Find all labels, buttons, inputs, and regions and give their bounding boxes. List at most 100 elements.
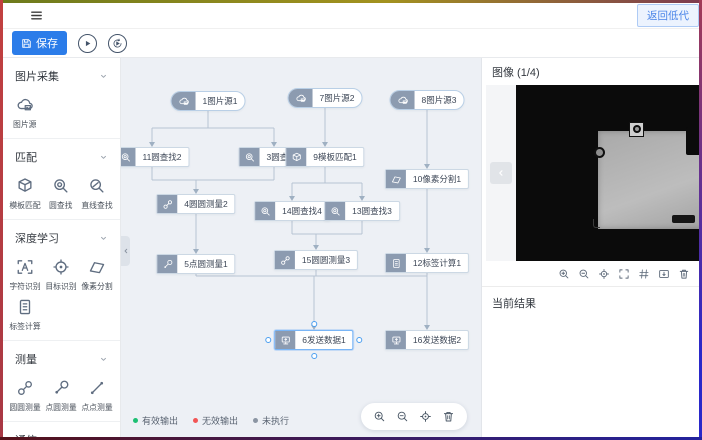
sidebar-item-char-recognition[interactable]: 字符识别 bbox=[7, 258, 43, 292]
save-button[interactable]: 保存 bbox=[12, 31, 67, 55]
section-title: 图片采集 bbox=[15, 68, 59, 84]
toolbar: 保存 bbox=[3, 29, 699, 58]
chevron-down-icon bbox=[99, 355, 108, 364]
flow-node-pixel-segmentation-1[interactable]: 10像素分割1 bbox=[385, 169, 469, 189]
circle-find-icon bbox=[121, 148, 135, 166]
section-header-image-capture[interactable]: 图片采集 bbox=[3, 62, 120, 88]
prev-image-button[interactable] bbox=[490, 162, 512, 184]
sidebar-item-circle-circle-measure[interactable]: 圆圆测量 bbox=[7, 379, 43, 413]
zoom-out-icon[interactable] bbox=[396, 410, 409, 423]
node-label: 4圆圆测量2 bbox=[177, 195, 234, 213]
legend-label: 无效输出 bbox=[202, 414, 238, 427]
flow-node-label-calc-1[interactable]: 12标签计算1 bbox=[385, 253, 469, 273]
cube-icon bbox=[16, 177, 34, 195]
node-label: 10像素分割1 bbox=[406, 170, 468, 188]
flow-node-circle-find-3[interactable]: 13圆查找3 bbox=[324, 201, 400, 221]
section-measure: 测量 圆圆测量 点圆测量 点点测量 bbox=[3, 341, 120, 422]
plate-hook-feature bbox=[593, 219, 600, 228]
zoom-in-icon[interactable] bbox=[558, 268, 570, 280]
sidebar-item-circle-find[interactable]: 圆查找 bbox=[43, 177, 79, 211]
node-handle-bottom[interactable] bbox=[311, 353, 317, 359]
node-label: 5点圆测量1 bbox=[177, 255, 234, 273]
node-handle-right[interactable] bbox=[357, 337, 363, 343]
segment-icon bbox=[386, 170, 406, 188]
node-label: 1图片源1 bbox=[196, 92, 245, 110]
flow-node-send-data-1-selected[interactable]: 6发送数据1 bbox=[274, 330, 353, 350]
run-button[interactable] bbox=[78, 34, 97, 53]
zoom-in-icon[interactable] bbox=[373, 410, 386, 423]
sidebar-item-pixel-segmentation[interactable]: 像素分割 bbox=[79, 258, 115, 292]
doc-icon bbox=[16, 298, 34, 316]
legend-valid-output: 有效输出 bbox=[133, 414, 178, 427]
app-window: 返回低代 保存 图片采集 图片源 bbox=[3, 3, 699, 437]
flow-node-circle-find-2[interactable]: 11圆查找2 bbox=[121, 147, 190, 167]
chevron-down-icon bbox=[99, 72, 108, 81]
trash-icon[interactable] bbox=[442, 410, 455, 423]
inspection-photo[interactable] bbox=[516, 85, 699, 261]
flow-canvas[interactable]: 1图片源1 7图片源2 8图片源3 11圆查找2 3圆查找1 9模板匹配1 bbox=[121, 58, 481, 437]
item-label: 圆圆测量 bbox=[9, 401, 40, 412]
item-label: 目标识别 bbox=[45, 280, 76, 291]
fit-image-icon[interactable] bbox=[658, 268, 670, 280]
circle-find-icon bbox=[255, 202, 275, 220]
gray-dot-icon bbox=[253, 418, 258, 423]
line-find-icon bbox=[88, 177, 106, 195]
cloud-image-icon bbox=[16, 96, 34, 114]
section-header-measure[interactable]: 测量 bbox=[3, 345, 120, 371]
node-label: 14圆查找4 bbox=[275, 202, 329, 220]
flow-node-circle-circle-measure-2[interactable]: 4圆圆测量2 bbox=[156, 194, 235, 214]
circle-find-icon bbox=[325, 202, 345, 220]
green-dot-icon bbox=[133, 418, 138, 423]
menu-icon[interactable] bbox=[29, 8, 44, 23]
flow-node-circle-find-4[interactable]: 14圆查找4 bbox=[254, 201, 330, 221]
plate-notch bbox=[686, 127, 699, 155]
sidebar-item-template-match[interactable]: 模板匹配 bbox=[7, 177, 43, 211]
sidebar-item-image-source[interactable]: 图片源 bbox=[7, 96, 43, 130]
image-viewer bbox=[482, 85, 699, 261]
play-icon bbox=[82, 38, 93, 49]
circle-circle-measure-icon bbox=[275, 251, 295, 269]
zoom-out-icon[interactable] bbox=[578, 268, 590, 280]
section-header-communication[interactable]: 通信 bbox=[3, 426, 120, 437]
item-label: 直线查找 bbox=[81, 199, 112, 210]
sidebar-collapse-handle[interactable] bbox=[121, 236, 130, 266]
sidebar-item-line-find[interactable]: 直线查找 bbox=[79, 177, 115, 211]
flow-node-point-circle-measure-1[interactable]: 5点圆测量1 bbox=[156, 254, 235, 274]
flow-node-template-match-1[interactable]: 9模板匹配1 bbox=[285, 147, 364, 167]
frame-edge-top bbox=[0, 0, 702, 3]
flow-node-circle-circle-measure-3[interactable]: 15圆圆测量3 bbox=[274, 250, 358, 270]
section-header-deep-learning[interactable]: 深度学习 bbox=[3, 224, 120, 250]
sidebar-item-object-recognition[interactable]: 目标识别 bbox=[43, 258, 79, 292]
flow-node-send-data-2[interactable]: 16发送数据2 bbox=[385, 330, 469, 350]
result-panel-body bbox=[482, 315, 699, 437]
play-once-icon bbox=[112, 38, 123, 49]
red-dot-icon bbox=[193, 418, 198, 423]
legend-invalid-output: 无效输出 bbox=[193, 414, 238, 427]
sidebar-item-point-point-measure[interactable]: 点点测量 bbox=[79, 379, 115, 413]
back-to-lowcode-button[interactable]: 返回低代 bbox=[637, 4, 699, 27]
flow-node-image-source-2[interactable]: 7图片源2 bbox=[288, 88, 363, 108]
flow-node-image-source-3[interactable]: 8图片源3 bbox=[390, 90, 465, 110]
section-title: 测量 bbox=[15, 351, 37, 367]
locate-icon[interactable] bbox=[419, 410, 432, 423]
send-data-icon bbox=[275, 331, 295, 349]
canvas-zoom-toolbar bbox=[361, 403, 467, 430]
locate-icon[interactable] bbox=[598, 268, 610, 280]
node-label: 7图片源2 bbox=[313, 89, 362, 107]
item-label: 字符识别 bbox=[9, 280, 40, 291]
fiducial-ring-square bbox=[629, 122, 644, 137]
item-label: 像素分割 bbox=[81, 280, 112, 291]
node-handle-top[interactable] bbox=[311, 321, 317, 327]
fullscreen-icon[interactable] bbox=[618, 268, 630, 280]
node-handle-left[interactable] bbox=[265, 337, 271, 343]
legend-not-executed: 未执行 bbox=[253, 414, 289, 427]
node-label: 15圆圆测量3 bbox=[295, 251, 357, 269]
run-continuous-button[interactable] bbox=[108, 34, 127, 53]
target-icon bbox=[52, 258, 70, 276]
flow-node-image-source-1[interactable]: 1图片源1 bbox=[171, 91, 246, 111]
grid-icon[interactable] bbox=[638, 268, 650, 280]
section-header-matching[interactable]: 匹配 bbox=[3, 143, 120, 169]
trash-icon[interactable] bbox=[678, 268, 690, 280]
sidebar-item-point-circle-measure[interactable]: 点圆测量 bbox=[43, 379, 79, 413]
sidebar-item-label-calc[interactable]: 标签计算 bbox=[7, 298, 43, 332]
